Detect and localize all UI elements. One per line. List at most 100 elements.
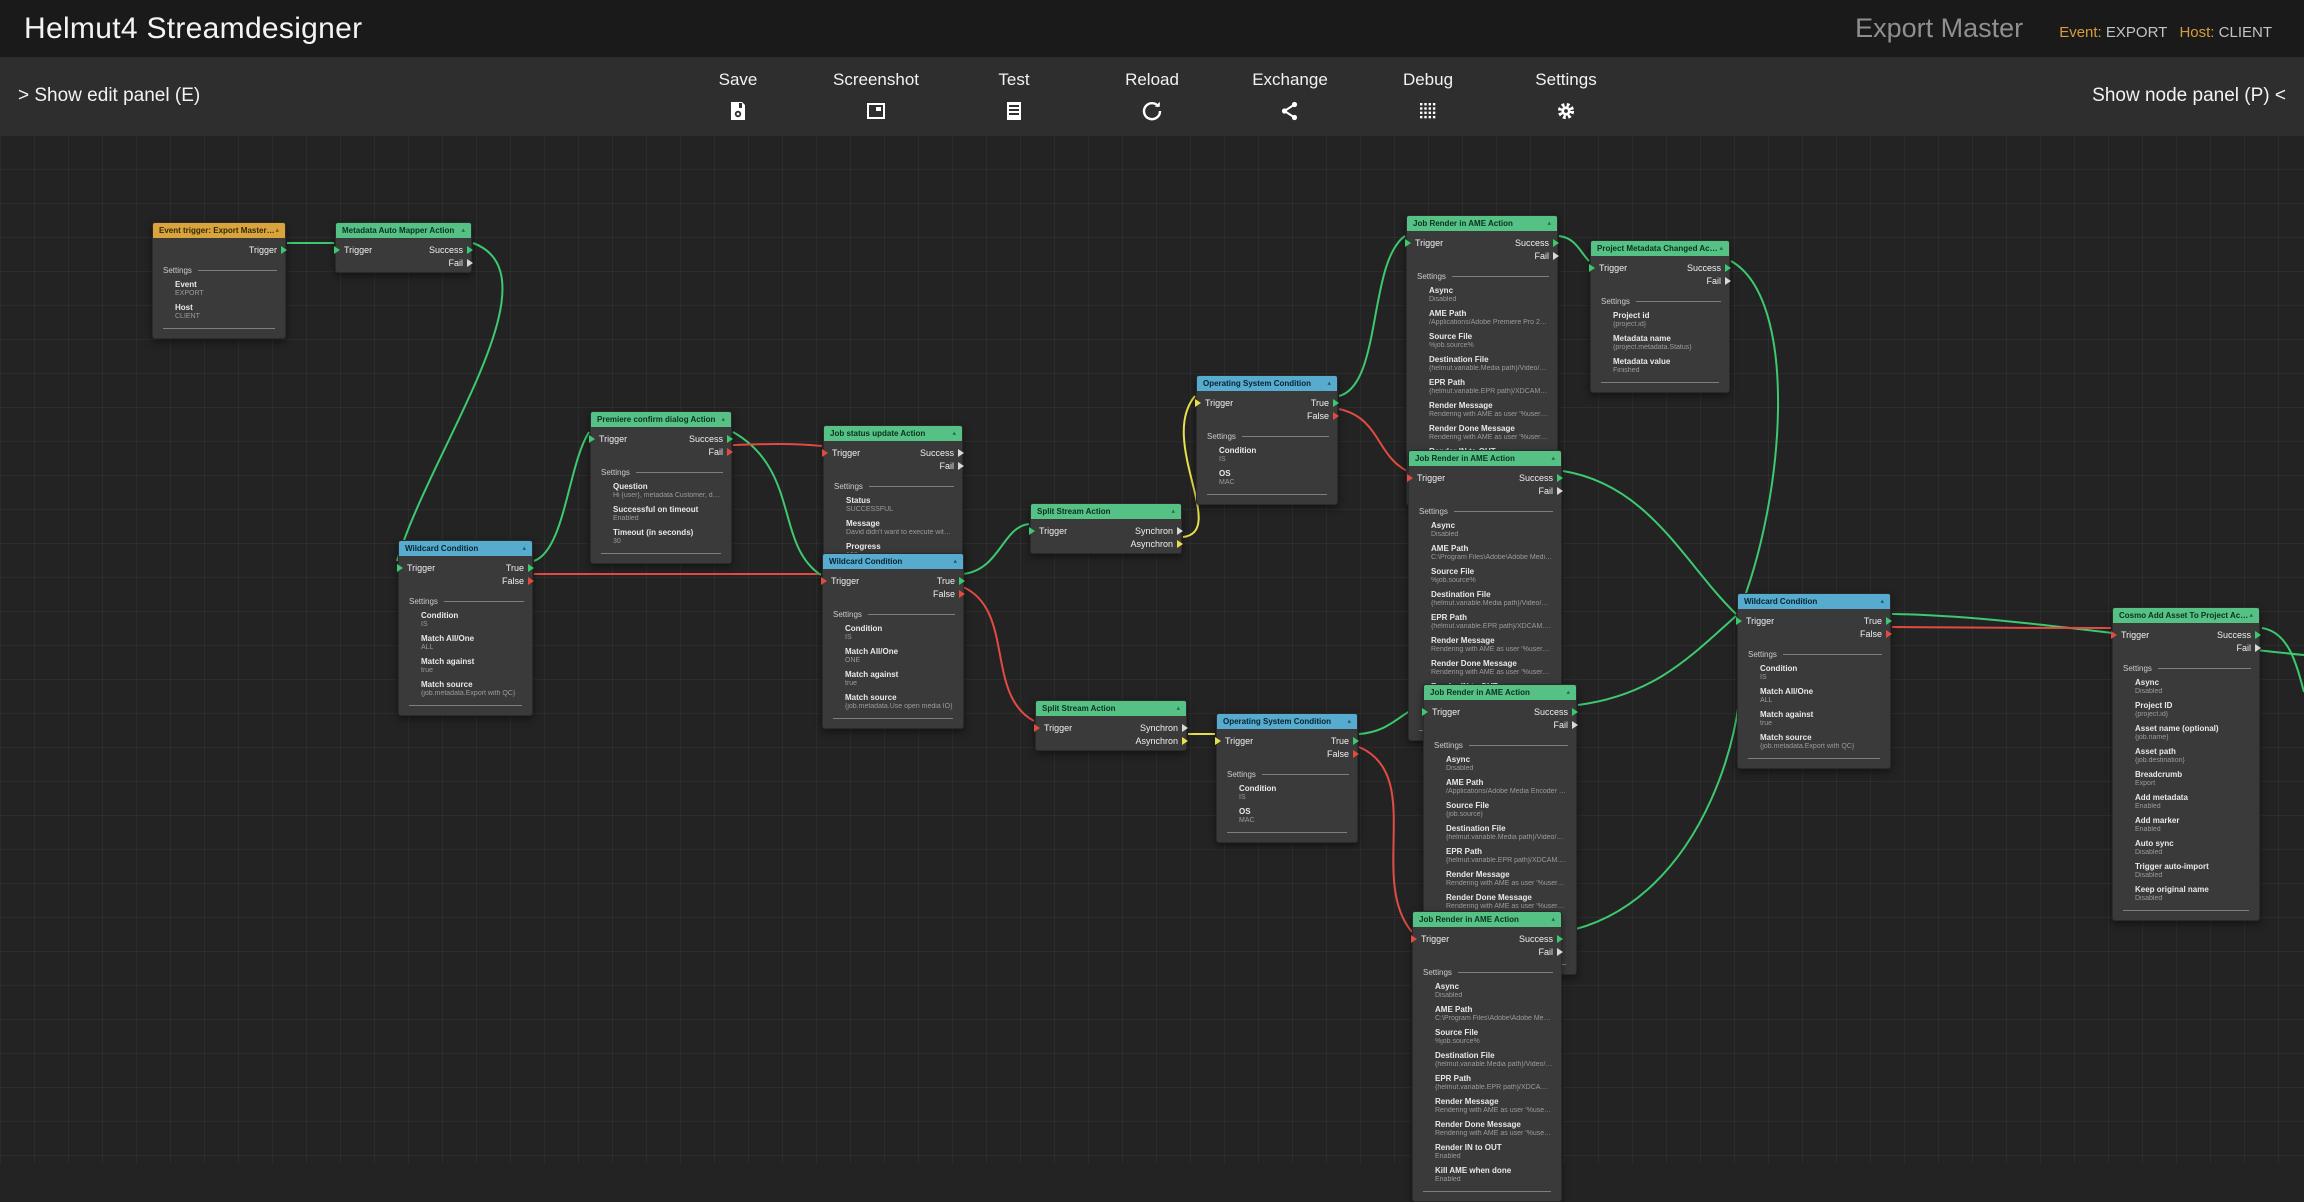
output-port-false[interactable]: False xyxy=(1307,409,1337,422)
show-node-panel-toggle[interactable]: Show node panel (P) < xyxy=(2092,57,2286,135)
collapse-icon[interactable]: ▴ xyxy=(1176,705,1180,712)
input-port-trigger[interactable]: Trigger xyxy=(1424,705,1460,718)
node-header[interactable]: Wildcard Condition▴ xyxy=(399,541,532,556)
node-header[interactable]: Job Render in AME Action▴ xyxy=(1407,216,1557,231)
output-port-success[interactable]: Success xyxy=(689,432,731,445)
node-header[interactable]: Event trigger: Export Master Export with… xyxy=(153,223,285,238)
input-port-trigger[interactable]: Trigger xyxy=(1217,734,1253,747)
input-port-trigger[interactable]: Trigger xyxy=(336,243,372,256)
input-port-trigger[interactable]: Trigger xyxy=(1031,524,1067,537)
output-port-fail[interactable]: Fail xyxy=(2217,641,2259,654)
output-port-fail[interactable]: Fail xyxy=(1515,249,1557,262)
input-port-trigger[interactable]: Trigger xyxy=(1591,261,1627,274)
node-header[interactable]: Operating System Condition▴ xyxy=(1217,714,1357,729)
input-port-trigger[interactable]: Trigger xyxy=(1409,471,1445,484)
input-port-trigger[interactable]: Trigger xyxy=(1413,932,1449,945)
node-metadata-auto-mapper[interactable]: Metadata Auto Mapper Action▴ Trigger Succe… xyxy=(335,222,472,273)
output-port-fail[interactable]: Fail xyxy=(429,256,471,269)
output-port-fail[interactable]: Fail xyxy=(1519,484,1561,497)
input-port-trigger[interactable]: Trigger xyxy=(1197,396,1233,409)
input-port-trigger[interactable]: Trigger xyxy=(399,561,435,574)
output-port-success[interactable]: Success xyxy=(2217,628,2259,641)
output-port-false[interactable]: False xyxy=(933,587,963,600)
node-split-stream-2[interactable]: Split Stream Action▴ Trigger SynchronAsync… xyxy=(1035,700,1187,751)
output-port-false[interactable]: False xyxy=(1860,627,1890,640)
output-port-asynchron[interactable]: Asynchron xyxy=(1130,537,1181,550)
input-port-trigger[interactable]: Trigger xyxy=(2113,628,2149,641)
collapse-icon[interactable]: ▴ xyxy=(721,416,725,423)
output-port-trigger[interactable]: Trigger xyxy=(249,243,285,256)
tool-debug[interactable]: Debug xyxy=(1382,70,1474,123)
node-header[interactable]: Wildcard Condition▴ xyxy=(1738,594,1890,609)
input-port-trigger[interactable]: Trigger xyxy=(591,432,627,445)
output-port-success[interactable]: Success xyxy=(429,243,471,256)
output-port-synchron[interactable]: Synchron xyxy=(1130,524,1181,537)
node-header[interactable]: Split Stream Action▴ xyxy=(1031,504,1181,519)
node-header[interactable]: Operating System Condition▴ xyxy=(1197,376,1337,391)
node-header[interactable]: Job Render in AME Action▴ xyxy=(1409,451,1561,466)
tool-settings[interactable]: Settings xyxy=(1520,70,1612,123)
node-header[interactable]: Metadata Auto Mapper Action▴ xyxy=(336,223,471,238)
collapse-icon[interactable]: ▴ xyxy=(1547,220,1551,227)
output-port-success[interactable]: Success xyxy=(1519,471,1561,484)
input-port-trigger[interactable]: Trigger xyxy=(1407,236,1443,249)
node-header[interactable]: Premiere confirm dialog Action▴ xyxy=(591,412,731,427)
input-port-trigger[interactable]: Trigger xyxy=(824,446,860,459)
output-port-false[interactable]: False xyxy=(1327,747,1357,760)
node-header[interactable]: Split Stream Action▴ xyxy=(1036,701,1186,716)
collapse-icon[interactable]: ▴ xyxy=(461,227,465,234)
output-port-false[interactable]: False xyxy=(502,574,532,587)
output-port-true[interactable]: True xyxy=(1307,396,1337,409)
input-port-trigger[interactable]: Trigger xyxy=(823,574,859,587)
node-header[interactable]: Cosmo Add Asset To Project Action▴ xyxy=(2113,608,2259,623)
input-port-trigger[interactable]: Trigger xyxy=(1036,721,1072,734)
collapse-icon[interactable]: ▴ xyxy=(1327,380,1331,387)
output-port-fail[interactable]: Fail xyxy=(920,459,962,472)
node-header[interactable]: Job Render in AME Action▴ xyxy=(1413,912,1561,927)
collapse-icon[interactable]: ▴ xyxy=(953,558,957,565)
tool-screenshot[interactable]: Screenshot xyxy=(830,70,922,123)
collapse-icon[interactable]: ▴ xyxy=(952,430,956,437)
node-header[interactable]: Project Metadata Changed Action▴ xyxy=(1591,241,1729,256)
node-os-condition-1[interactable]: Operating System Condition▴ Trigger TrueFa… xyxy=(1196,375,1338,505)
output-port-success[interactable]: Success xyxy=(920,446,962,459)
tool-reload[interactable]: Reload xyxy=(1106,70,1198,123)
output-port-fail[interactable]: Fail xyxy=(1519,945,1561,958)
output-port-asynchron[interactable]: Asynchron xyxy=(1135,734,1186,747)
output-port-true[interactable]: True xyxy=(502,561,532,574)
collapse-icon[interactable]: ▴ xyxy=(1719,245,1723,252)
node-event-trigger[interactable]: Event trigger: Export Master Export with… xyxy=(152,222,286,339)
output-port-fail[interactable]: Fail xyxy=(1687,274,1729,287)
node-header[interactable]: Job Render in AME Action▴ xyxy=(1424,685,1576,700)
output-port-fail[interactable]: Fail xyxy=(1534,718,1576,731)
tool-exchange[interactable]: Exchange xyxy=(1244,70,1336,123)
node-wildcard-condition-3[interactable]: Wildcard Condition▴TriggerTrueFalseSetti… xyxy=(1737,593,1891,769)
node-wildcard-condition-1[interactable]: Wildcard Condition▴TriggerTrueFalseSetti… xyxy=(398,540,533,716)
input-port-trigger[interactable]: Trigger xyxy=(1738,614,1774,627)
node-header[interactable]: Job status update Action▴ xyxy=(824,426,962,441)
output-port-synchron[interactable]: Synchron xyxy=(1135,721,1186,734)
output-port-success[interactable]: Success xyxy=(1534,705,1576,718)
collapse-icon[interactable]: ▴ xyxy=(522,545,526,552)
collapse-icon[interactable]: ▴ xyxy=(275,227,279,234)
node-project-metadata-changed[interactable]: Project Metadata Changed Action▴ Trigger S… xyxy=(1590,240,1730,393)
node-header[interactable]: Wildcard Condition▴ xyxy=(823,554,963,569)
node-os-condition-2[interactable]: Operating System Condition▴ Trigger TrueFa… xyxy=(1216,713,1358,843)
output-port-true[interactable]: True xyxy=(1860,614,1890,627)
node-premiere-confirm-dialog[interactable]: Premiere confirm dialog Action▴ Trigger Su… xyxy=(590,411,732,564)
output-port-true[interactable]: True xyxy=(1327,734,1357,747)
tool-save[interactable]: Save xyxy=(692,70,784,123)
collapse-icon[interactable]: ▴ xyxy=(1551,916,1555,923)
collapse-icon[interactable]: ▴ xyxy=(1880,598,1884,605)
collapse-icon[interactable]: ▴ xyxy=(1566,689,1570,696)
show-edit-panel-toggle[interactable]: > Show edit panel (E) xyxy=(18,57,200,135)
output-port-fail[interactable]: Fail xyxy=(689,445,731,458)
collapse-icon[interactable]: ▴ xyxy=(2249,612,2253,619)
output-port-success[interactable]: Success xyxy=(1519,932,1561,945)
output-port-success[interactable]: Success xyxy=(1687,261,1729,274)
collapse-icon[interactable]: ▴ xyxy=(1347,718,1351,725)
collapse-icon[interactable]: ▴ xyxy=(1551,455,1555,462)
output-port-true[interactable]: True xyxy=(933,574,963,587)
tool-test[interactable]: Test xyxy=(968,70,1060,123)
node-cosmo-add-asset[interactable]: Cosmo Add Asset To Project Action▴ Trigge… xyxy=(2112,607,2260,921)
